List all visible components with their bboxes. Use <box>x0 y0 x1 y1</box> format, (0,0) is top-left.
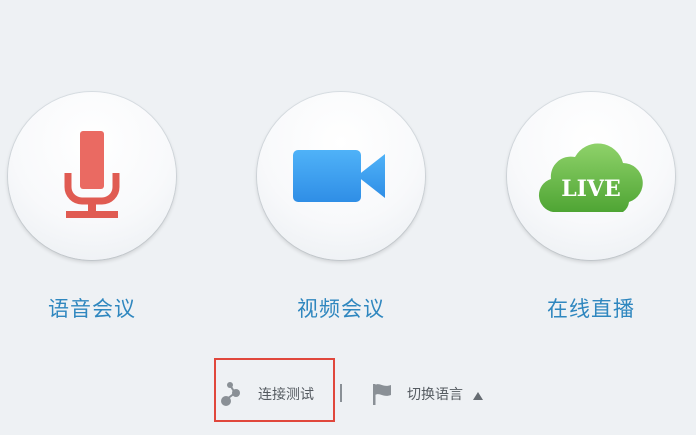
microphone-icon <box>64 131 120 218</box>
connection-test-button[interactable]: 连接测试 <box>220 380 314 408</box>
footer-divider <box>340 384 342 402</box>
connection-test-label: 连接测试 <box>258 387 314 403</box>
voice-meeting-label[interactable]: 语音会议 <box>7 293 177 323</box>
flag-icon <box>373 384 391 405</box>
live-broadcast-label[interactable]: 在线直播 <box>506 293 676 323</box>
video-meeting-label[interactable]: 视频会议 <box>256 293 426 323</box>
switch-language-label: 切换语言 <box>407 387 463 403</box>
connection-nodes-icon <box>221 382 240 406</box>
video-meeting-button[interactable] <box>257 92 425 260</box>
live-broadcast-tile[interactable]: LIVE 在线直播 <box>506 92 676 323</box>
dropdown-caret-icon <box>473 392 483 400</box>
live-cloud-icon: LIVE <box>538 143 643 212</box>
live-broadcast-button[interactable]: LIVE <box>507 92 675 260</box>
switch-language-button[interactable]: 切换语言 <box>371 380 483 408</box>
video-meeting-tile[interactable]: 视频会议 <box>256 92 426 323</box>
live-badge-text: LIVE <box>561 176 621 202</box>
video-camera-icon <box>293 150 385 202</box>
footer-bar: 连接测试 切换语言 <box>0 358 696 422</box>
voice-meeting-button[interactable] <box>8 92 176 260</box>
voice-meeting-tile[interactable]: 语音会议 <box>7 92 177 323</box>
